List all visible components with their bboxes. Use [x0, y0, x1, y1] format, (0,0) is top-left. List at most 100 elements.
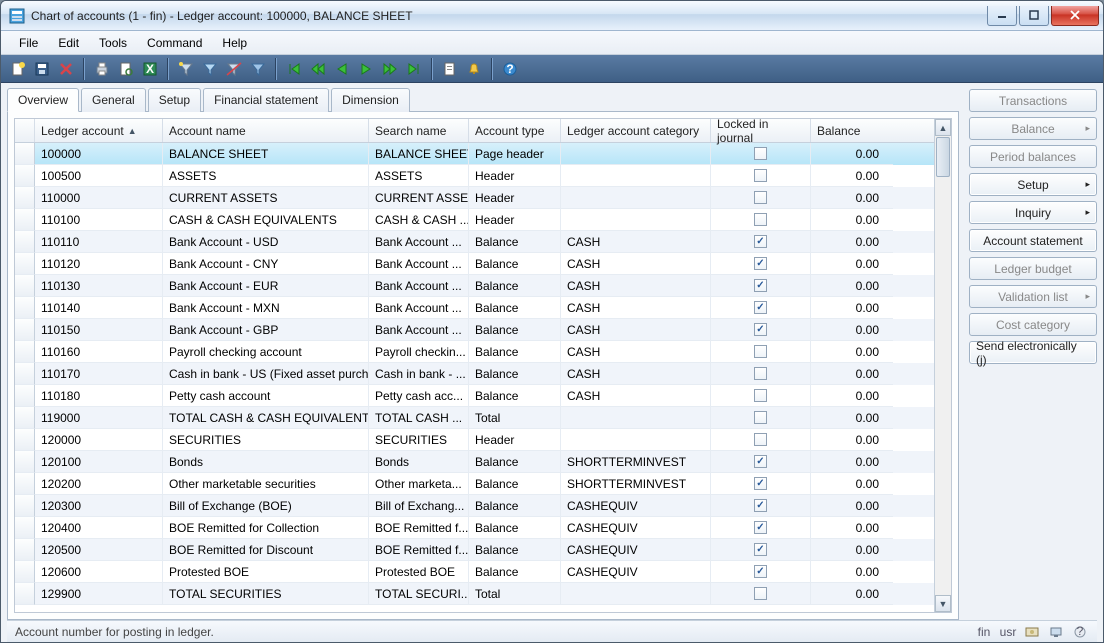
checkbox[interactable]	[754, 147, 767, 160]
cell-type[interactable]: Header	[469, 165, 561, 187]
cell-name[interactable]: ASSETS	[163, 165, 369, 187]
cell-balance[interactable]: 0.00	[811, 583, 893, 605]
tab-overview[interactable]: Overview	[7, 88, 79, 112]
cell-balance[interactable]: 0.00	[811, 451, 893, 473]
cell-locked[interactable]	[711, 583, 811, 605]
cell-type[interactable]: Balance	[469, 561, 561, 583]
cell-category[interactable]: CASH	[561, 385, 711, 407]
row-handle[interactable]	[15, 363, 35, 385]
row-selector-header[interactable]	[15, 119, 35, 142]
btn-ledger-budget[interactable]: Ledger budget	[969, 257, 1097, 280]
cell-search[interactable]: Protested BOE	[369, 561, 469, 583]
cell-account[interactable]: 110000	[35, 187, 163, 209]
btn-transactions[interactable]: Transactions	[969, 89, 1097, 112]
btn-validation-list[interactable]: Validation list▸	[969, 285, 1097, 308]
table-row[interactable]: 120300Bill of Exchange (BOE)Bill of Exch…	[15, 495, 934, 517]
cell-account[interactable]: 120600	[35, 561, 163, 583]
cell-name[interactable]: BALANCE SHEET	[163, 143, 369, 165]
scroll-thumb[interactable]	[936, 137, 950, 177]
row-handle[interactable]	[15, 539, 35, 561]
cell-account[interactable]: 110160	[35, 341, 163, 363]
cell-search[interactable]: BOE Remitted f...	[369, 517, 469, 539]
row-handle[interactable]	[15, 385, 35, 407]
export-excel-icon[interactable]: X	[139, 58, 161, 80]
table-row[interactable]: 110180Petty cash accountPetty cash acc..…	[15, 385, 934, 407]
cell-name[interactable]: CURRENT ASSETS	[163, 187, 369, 209]
cell-locked[interactable]	[711, 297, 811, 319]
cell-category[interactable]	[561, 407, 711, 429]
cell-category[interactable]	[561, 165, 711, 187]
cell-search[interactable]: Bank Account ...	[369, 297, 469, 319]
row-handle[interactable]	[15, 165, 35, 187]
close-button[interactable]	[1051, 6, 1099, 26]
cell-locked[interactable]	[711, 385, 811, 407]
cell-category[interactable]: CASHEQUIV	[561, 561, 711, 583]
cell-account[interactable]: 120400	[35, 517, 163, 539]
cell-search[interactable]: Bonds	[369, 451, 469, 473]
new-icon[interactable]	[7, 58, 29, 80]
cell-account[interactable]: 120000	[35, 429, 163, 451]
checkbox[interactable]	[754, 521, 767, 534]
cell-type[interactable]: Balance	[469, 539, 561, 561]
scroll-up-icon[interactable]: ▲	[935, 119, 951, 136]
status-user[interactable]: usr	[999, 625, 1017, 639]
cell-name[interactable]: Bank Account - MXN	[163, 297, 369, 319]
cell-type[interactable]: Header	[469, 187, 561, 209]
row-handle[interactable]	[15, 275, 35, 297]
cell-type[interactable]: Balance	[469, 495, 561, 517]
row-handle[interactable]	[15, 209, 35, 231]
table-row[interactable]: 110170Cash in bank - US (Fixed asset pur…	[15, 363, 934, 385]
cell-locked[interactable]	[711, 495, 811, 517]
cell-balance[interactable]: 0.00	[811, 385, 893, 407]
cell-name[interactable]: Bank Account - EUR	[163, 275, 369, 297]
cell-balance[interactable]: 0.00	[811, 231, 893, 253]
cell-search[interactable]: Bank Account ...	[369, 319, 469, 341]
cell-locked[interactable]	[711, 187, 811, 209]
row-handle[interactable]	[15, 341, 35, 363]
col-ledger-account[interactable]: Ledger account▲	[35, 119, 163, 142]
cell-account[interactable]: 120500	[35, 539, 163, 561]
cell-type[interactable]: Balance	[469, 253, 561, 275]
cell-name[interactable]: Bonds	[163, 451, 369, 473]
btn-account-statement[interactable]: Account statement	[969, 229, 1097, 252]
cell-category[interactable]	[561, 209, 711, 231]
table-row[interactable]: 120500BOE Remitted for DiscountBOE Remit…	[15, 539, 934, 561]
cell-search[interactable]: Other marketa...	[369, 473, 469, 495]
titlebar[interactable]: Chart of accounts (1 - fin) - Ledger acc…	[1, 1, 1103, 31]
checkbox[interactable]	[754, 565, 767, 578]
cell-search[interactable]: BOE Remitted f...	[369, 539, 469, 561]
btn-period-balances[interactable]: Period balances	[969, 145, 1097, 168]
cell-account[interactable]: 120200	[35, 473, 163, 495]
cell-category[interactable]: SHORTTERMINVEST	[561, 451, 711, 473]
cell-category[interactable]: CASH	[561, 231, 711, 253]
cell-type[interactable]: Balance	[469, 319, 561, 341]
cell-search[interactable]: Bank Account ...	[369, 275, 469, 297]
cell-account[interactable]: 110140	[35, 297, 163, 319]
minimize-button[interactable]	[987, 6, 1017, 26]
cell-search[interactable]: Cash in bank - ...	[369, 363, 469, 385]
next-fast-icon[interactable]	[379, 58, 401, 80]
table-row[interactable]: 120100BondsBondsBalanceSHORTTERMINVEST0.…	[15, 451, 934, 473]
cell-account[interactable]: 100000	[35, 143, 163, 165]
print-preview-icon[interactable]	[115, 58, 137, 80]
row-handle[interactable]	[15, 495, 35, 517]
cell-locked[interactable]	[711, 143, 811, 165]
filter-by-selection-icon[interactable]	[199, 58, 221, 80]
table-row[interactable]: 110110Bank Account - USDBank Account ...…	[15, 231, 934, 253]
cell-type[interactable]: Balance	[469, 451, 561, 473]
menu-file[interactable]: File	[9, 33, 48, 53]
cell-search[interactable]: Petty cash acc...	[369, 385, 469, 407]
col-account-type[interactable]: Account type	[469, 119, 561, 142]
cell-locked[interactable]	[711, 561, 811, 583]
cell-balance[interactable]: 0.00	[811, 495, 893, 517]
table-row[interactable]: 100500ASSETSASSETSHeader0.00	[15, 165, 934, 187]
cell-category[interactable]: CASH	[561, 341, 711, 363]
table-row[interactable]: 129900TOTAL SECURITIESTOTAL SECURI...Tot…	[15, 583, 934, 605]
help-status-icon[interactable]: ?	[1071, 625, 1089, 639]
row-handle[interactable]	[15, 583, 35, 605]
cell-type[interactable]: Balance	[469, 341, 561, 363]
row-handle[interactable]	[15, 231, 35, 253]
cell-search[interactable]: Payroll checkin...	[369, 341, 469, 363]
checkbox[interactable]	[754, 455, 767, 468]
cell-locked[interactable]	[711, 517, 811, 539]
